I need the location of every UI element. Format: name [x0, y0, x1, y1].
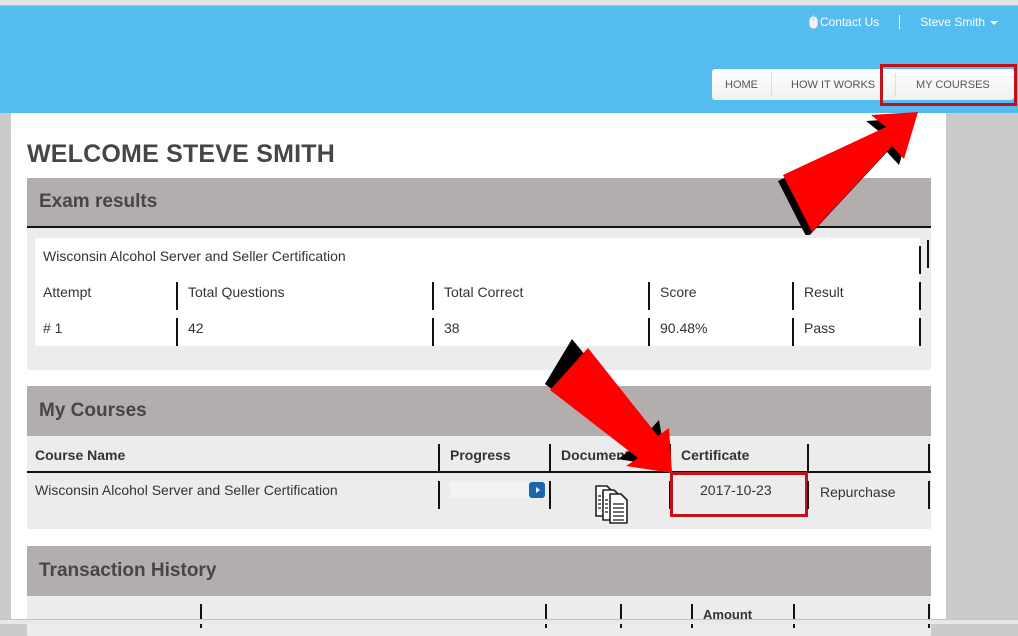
cell-score: 90.48% [660, 320, 708, 336]
cell-result: Pass [804, 320, 836, 336]
browser-bottom-edge [0, 619, 1018, 624]
continue-course-button[interactable] [529, 482, 545, 498]
annotation-highlight-my-courses [880, 64, 1017, 106]
column-divider [545, 604, 547, 628]
caret-down-icon [990, 20, 998, 25]
contact-us-label: Contact Us [819, 15, 880, 29]
exam-results-heading: Exam results [27, 178, 931, 228]
cell-total-correct: 38 [444, 320, 460, 336]
course-name[interactable]: Wisconsin Alcohol Server and Seller Cert… [27, 473, 338, 507]
column-divider [432, 318, 434, 346]
col-header-certificate: Certificate [681, 446, 750, 463]
transaction-history-heading: Transaction History [27, 546, 931, 596]
col-header-total-correct: Total Correct [444, 284, 524, 300]
utility-bar: Contact Us Steve Smith [809, 15, 998, 29]
nav-how-it-works[interactable]: HOW IT WORKS [772, 69, 895, 100]
column-divider [919, 282, 921, 310]
my-courses-header-row: Course Name Progress Documents Certifica… [27, 436, 931, 473]
nav-home[interactable]: HOME [712, 69, 771, 100]
column-divider [928, 481, 930, 509]
utility-divider [899, 15, 901, 29]
column-divider [928, 444, 930, 472]
column-divider [176, 282, 178, 310]
documents-icon[interactable] [592, 482, 636, 524]
site-header: Contact Us Steve Smith HOME HOW IT WORKS… [0, 6, 1018, 113]
col-header-documents: Documents [561, 446, 633, 463]
column-divider [927, 240, 929, 268]
column-divider [919, 318, 921, 346]
mouse-icon [809, 15, 818, 29]
column-divider [648, 318, 650, 346]
contact-us-link[interactable]: Contact Us [809, 15, 879, 29]
exam-results-panel: Exam results Wisconsin Alcohol Server an… [27, 178, 931, 370]
column-divider [438, 444, 440, 472]
column-divider [919, 246, 921, 274]
column-divider [928, 604, 930, 628]
course-row: Wisconsin Alcohol Server and Seller Cert… [27, 472, 931, 524]
my-courses-panel: My Courses Course Name Progress Document… [27, 386, 931, 529]
column-divider [807, 444, 809, 472]
col-header-total-questions: Total Questions [188, 284, 285, 300]
column-divider [793, 604, 795, 628]
cell-attempt: # 1 [43, 320, 63, 336]
column-divider [792, 318, 794, 346]
col-header-attempt: Attempt [43, 284, 92, 300]
page-title: WELCOME STEVE SMITH [27, 140, 335, 168]
col-header-progress: Progress [450, 446, 511, 463]
main-content: WELCOME STEVE SMITH Exam results Wiscons… [11, 113, 946, 636]
column-divider [807, 481, 809, 509]
exam-results-table: Wisconsin Alcohol Server and Seller Cert… [35, 238, 929, 346]
column-divider [549, 444, 551, 472]
user-name: Steve Smith [920, 15, 985, 29]
column-divider [549, 481, 551, 509]
my-courses-heading: My Courses [27, 386, 931, 436]
col-header-result: Result [804, 284, 844, 300]
cell-total-questions: 42 [188, 320, 204, 336]
column-divider [200, 604, 202, 628]
column-divider [438, 481, 440, 509]
user-menu[interactable]: Steve Smith [920, 15, 998, 29]
column-divider [792, 282, 794, 310]
col-header-score: Score [660, 284, 697, 300]
col-header-course-name: Course Name [35, 446, 126, 463]
column-divider [432, 282, 434, 310]
column-divider [691, 604, 693, 628]
column-divider [648, 282, 650, 310]
column-divider [176, 318, 178, 346]
annotation-highlight-certificate [670, 472, 808, 517]
column-divider [669, 444, 671, 472]
play-icon [535, 487, 540, 493]
exam-course-name: Wisconsin Alcohol Server and Seller Cert… [43, 248, 346, 264]
column-divider [620, 604, 622, 628]
repurchase-link[interactable]: Repurchase [812, 475, 896, 509]
